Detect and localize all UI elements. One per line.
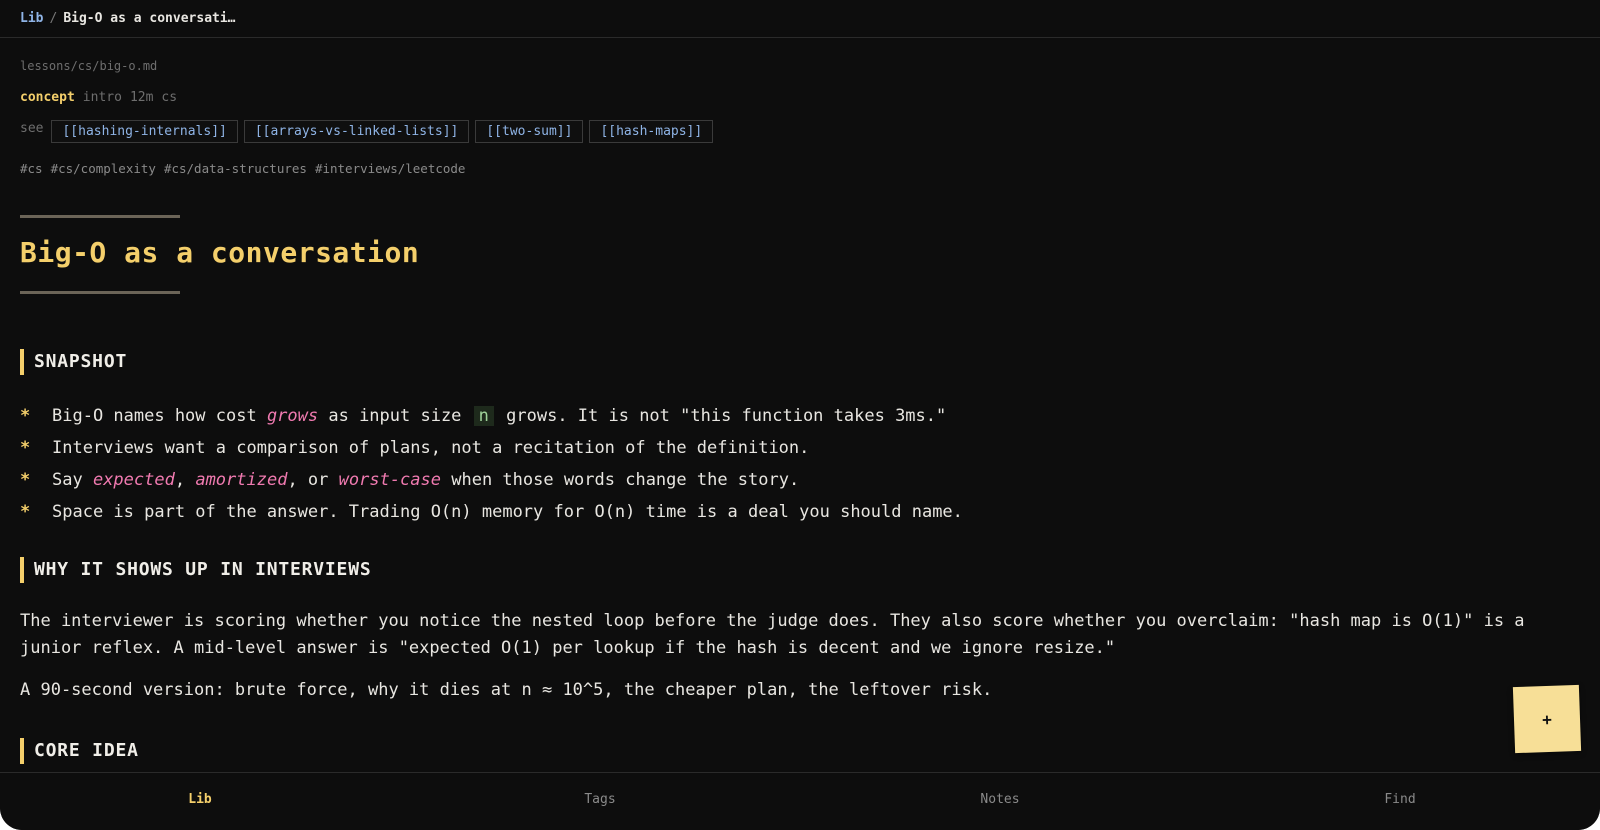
bullet-marker: * (20, 406, 31, 426)
list-item: * Space is part of the answer. Trading O(… (20, 496, 963, 528)
paragraph: The interviewer is scoring whether you n… (20, 611, 1525, 658)
text: when those words change the story. (441, 470, 800, 490)
meta-area: cs (161, 90, 178, 105)
list-item: * Say expected, amortized, or worst-case … (20, 464, 963, 496)
section-heading-why-interviews: WHY IT SHOWS UP IN INTERVIEWS (20, 557, 371, 583)
wikilink-two-sum[interactable]: [[two-sum]] (475, 120, 584, 143)
see-also-row: see [[hashing-internals]] [[arrays-vs-li… (20, 120, 719, 143)
text: as input size (318, 406, 472, 426)
emphasis-text: grows (266, 406, 319, 426)
nav-tab-find[interactable]: Find (1200, 773, 1600, 830)
app-window: Lib / Big-O as a conversati… lessons/cs/… (0, 0, 1600, 830)
nav-tab-lib[interactable]: Lib (0, 773, 400, 830)
list-item: * Big-O names how cost grows as input siz… (20, 400, 963, 432)
emphasis-text: amortized (195, 470, 288, 490)
note-meta: concept intro 12m cs (20, 90, 185, 105)
emphasis-text: expected (92, 470, 175, 490)
page-title: Big-O as a conversation (20, 236, 420, 269)
wikilink-hashing-internals[interactable]: [[hashing-internals]] (51, 120, 238, 143)
add-note-button[interactable]: + (1512, 684, 1582, 754)
tag-cs[interactable]: #cs (20, 161, 43, 176)
list-item: * Interviews want a comparison of plans, … (20, 432, 963, 464)
wikilink-arrays-vs-linked-lists[interactable]: [[arrays-vs-linked-lists]] (243, 120, 470, 143)
plus-icon: + (1541, 709, 1553, 729)
breadcrumb-current: Big-O as a conversati… (63, 11, 236, 26)
text: Say (52, 470, 93, 490)
text: Interviews want a comparison of plans, n… (52, 438, 810, 458)
snapshot-bullets: * Big-O names how cost grows as input siz… (20, 400, 963, 528)
wikilink-hash-maps[interactable]: [[hash-maps]] (589, 120, 714, 143)
text: Space is part of the answer. Trading O(n… (52, 502, 963, 522)
bullet-marker: * (20, 502, 31, 522)
see-label: see (20, 121, 44, 136)
section-heading-core-idea: CORE IDEA (20, 738, 139, 764)
nav-tab-notes[interactable]: Notes (800, 773, 1200, 830)
title-rule-bottom (20, 291, 180, 294)
inline-code: n (473, 406, 494, 426)
tag-cs-complexity[interactable]: #cs/complexity (51, 161, 156, 176)
title-rule-top (20, 215, 180, 218)
text: , (174, 470, 196, 490)
meta-duration: 12m (129, 90, 154, 105)
text: Big-O names how cost (52, 406, 267, 426)
tag-interviews-leetcode[interactable]: #interviews/leetcode (315, 161, 466, 176)
emphasis-text: worst-case (338, 470, 441, 490)
text: grows. It is not "this function takes 3m… (495, 406, 947, 426)
meta-level: intro (82, 90, 122, 105)
bullet-marker: * (20, 438, 31, 458)
section-heading-snapshot: SNAPSHOT (20, 349, 127, 375)
nav-tab-tags[interactable]: Tags (400, 773, 800, 830)
breadcrumb: Lib / Big-O as a conversati… (0, 0, 1600, 38)
note-content[interactable]: lessons/cs/big-o.md concept intro 12m cs se… (20, 38, 1580, 772)
paragraph: A 90-second version: brute force, why it… (20, 680, 993, 700)
tag-cs-data-structures[interactable]: #cs/data-structures (164, 161, 307, 176)
bullet-marker: * (20, 470, 31, 490)
file-path: lessons/cs/big-o.md (20, 59, 158, 73)
breadcrumb-separator: / (49, 11, 58, 26)
tag-list: #cs #cs/complexity #cs/data-structures #int… (20, 161, 473, 176)
text: , or (287, 470, 339, 490)
meta-kind: concept (20, 90, 75, 105)
breadcrumb-root-link[interactable]: Lib (20, 11, 43, 26)
bottom-nav: Lib Tags Notes Find (0, 772, 1600, 830)
